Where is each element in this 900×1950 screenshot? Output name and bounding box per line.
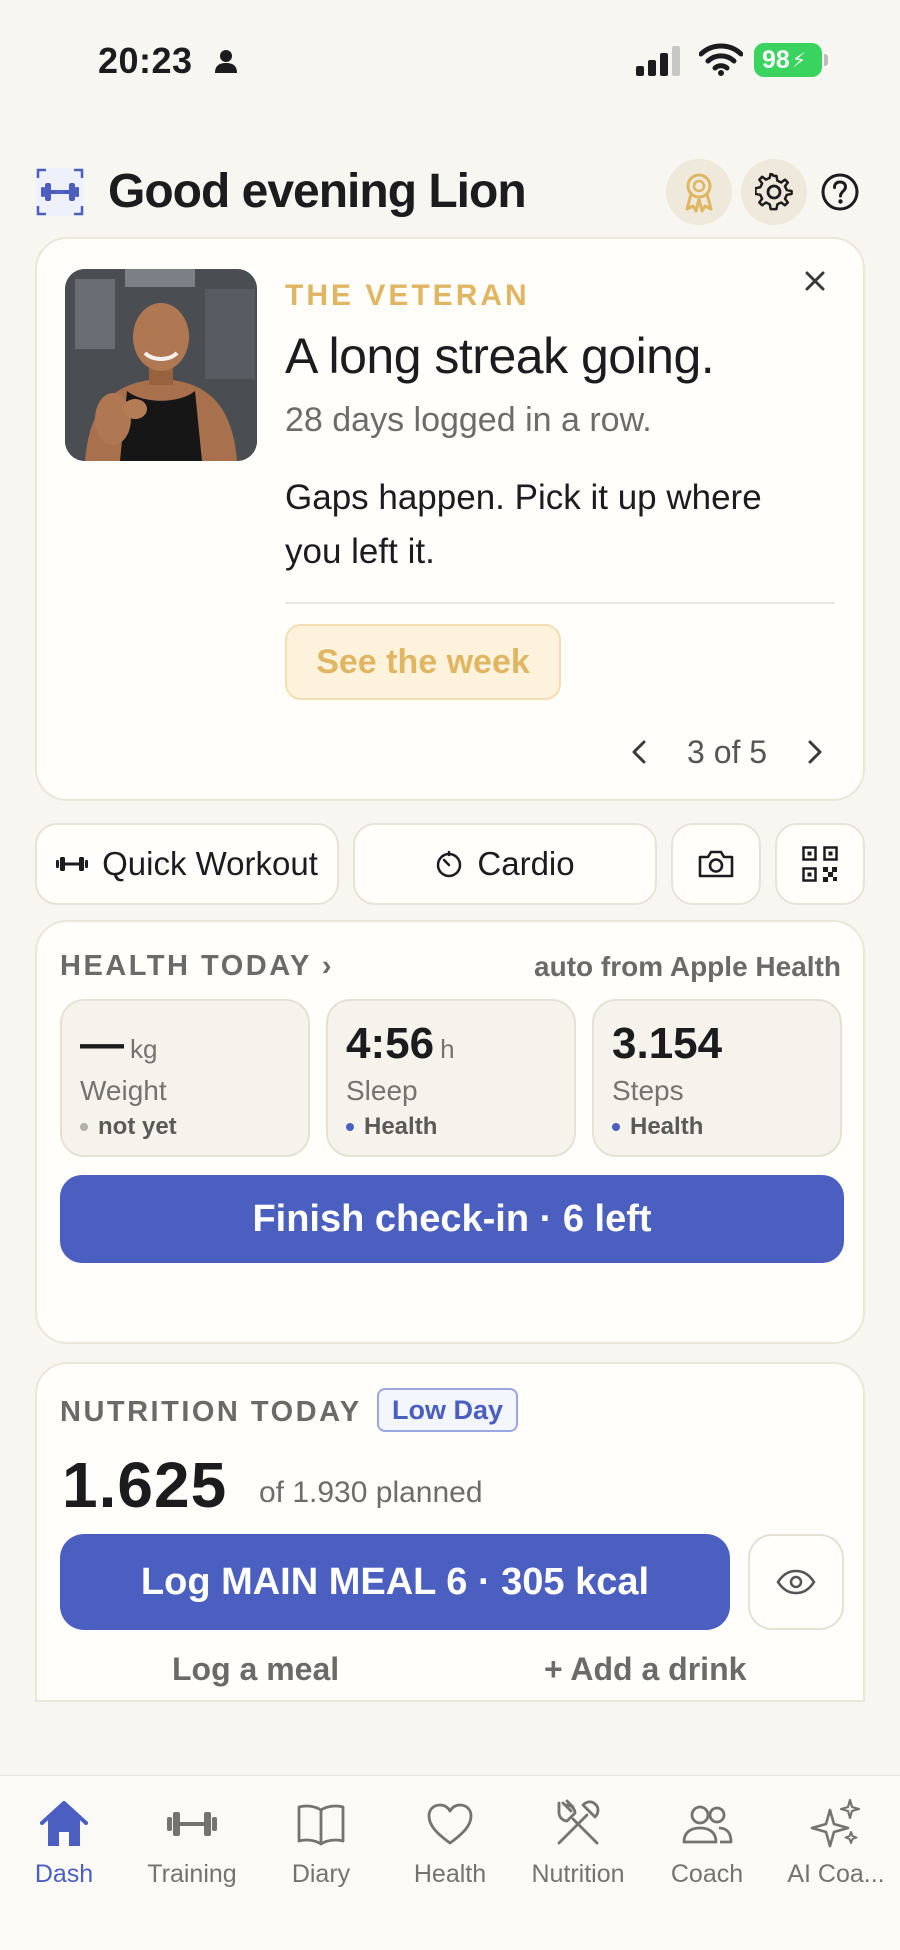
calories-consumed: 1.625 [62,1449,228,1521]
cardio-button[interactable]: Cardio [353,823,657,905]
dumbbell-icon [56,854,89,874]
utensils-icon [557,1799,600,1845]
streak-card: THE VETERAN A long streak going. 28 days… [35,237,865,801]
gear-icon [755,173,793,211]
camera-button[interactable] [671,823,761,905]
wifi-icon [699,43,743,76]
app-logo-icon [36,168,84,216]
steps-label: Steps [612,1075,684,1106]
qr-scan-button[interactable] [775,823,865,905]
battery-indicator: 98 ⚡ [754,43,828,77]
sleep-metric[interactable]: 4:56 h Sleep Health [326,999,576,1157]
previous-button[interactable] [617,730,661,774]
weight-source: not yet [98,1113,177,1140]
header: Good evening Lion [0,150,900,230]
finish-checkin-button[interactable]: Finish check-in · 6 left [60,1175,844,1263]
day-type-badge: Low Day [377,1388,519,1432]
tab-label: Coach [670,1860,744,1888]
close-button[interactable] [795,261,835,301]
add-drink-link[interactable]: + Add a drink [544,1651,746,1688]
nutrition-today-title: NUTRITION TODAY [60,1396,362,1428]
status-dot [612,1123,620,1131]
people-icon [682,1805,733,1844]
tab-training[interactable]: Training [128,1796,256,1906]
tab-health[interactable]: Health [386,1796,514,1906]
chevron-left-icon [632,740,646,764]
cardio-label: Cardio [477,845,575,882]
health-source-note: auto from Apple Health [534,951,841,982]
sleep-source: Health [364,1113,438,1140]
charging-icon: ⚡ [791,49,806,72]
status-time: 20:23 [98,40,193,81]
tab-label: AI Coa... [787,1860,885,1888]
tab-label: Training [147,1860,237,1888]
battery-level: 98 [762,45,790,74]
weight-unit: kg [130,1034,158,1064]
nutrition-today-card: NUTRITION TODAY Low Day 1.625 of 1.930 p… [35,1362,865,1702]
streak-eyebrow: THE VETERAN [285,279,530,312]
quick-workout-button[interactable]: Quick Workout [35,823,339,905]
sleep-value: 4:56 [346,1019,435,1068]
tab-label: Nutrition [531,1860,625,1888]
weight-label: Weight [80,1075,167,1106]
health-today-title[interactable]: HEALTH TODAY › [60,950,334,983]
steps-value: 3.154 [612,1019,723,1068]
sleep-label: Sleep [346,1075,418,1106]
qr-code-icon [802,846,838,882]
home-icon [40,1801,88,1846]
tab-label: Diary [291,1860,351,1888]
quick-workout-label: Quick Workout [102,845,318,882]
tab-diary[interactable]: Diary [257,1796,385,1906]
greeting-title: Good evening Lion [108,165,527,218]
achievements-button[interactable] [666,159,732,225]
award-icon [685,173,713,213]
help-icon [821,173,859,211]
steps-source: Health [630,1113,704,1140]
see-week-button[interactable]: See the week [285,624,561,700]
streak-body: Gaps happen. Pick it up where you left i… [285,478,762,571]
weight-value: — [80,1019,124,1068]
card-pager: 3 of 5 [617,727,837,777]
dumbbell-icon [167,1812,217,1836]
book-icon [297,1804,345,1846]
camera-icon [698,850,734,878]
log-main-meal-button[interactable]: Log MAIN MEAL 6 · 305 kcal [60,1534,730,1630]
streak-subtitle: 28 days logged in a row. [285,401,652,439]
log-a-meal-link[interactable]: Log a meal [172,1651,339,1688]
tab-nutrition[interactable]: Nutrition [514,1796,642,1906]
sleep-unit: h [440,1034,455,1064]
help-button[interactable] [818,170,862,214]
preview-button[interactable] [748,1534,844,1630]
eye-icon [776,1569,816,1595]
timer-icon [435,850,463,878]
status-bar: 20:23 98 ⚡ [0,0,900,120]
steps-metric[interactable]: 3.154 Steps Health [592,999,842,1157]
signal-icon [636,46,680,76]
settings-button[interactable] [741,159,807,225]
weight-metric[interactable]: — kg Weight not yet [60,999,310,1157]
chevron-right-icon [808,740,822,764]
status-dot [80,1123,88,1131]
sparkles-icon [810,1798,861,1848]
close-icon [805,271,825,291]
tab-coach[interactable]: Coach [643,1796,771,1906]
calories-planned: of 1.930 planned [259,1476,483,1509]
tab-label: Dash [34,1860,94,1888]
tab-bar: Dash Training Diary Health Nutrition Coa… [0,1775,900,1950]
streak-title: A long streak going. [285,328,715,384]
next-button[interactable] [793,730,837,774]
heart-icon [427,1803,473,1845]
tab-dash[interactable]: Dash [0,1796,128,1906]
person-icon [215,50,237,73]
coach-photo [65,269,257,461]
divider [285,602,835,604]
tab-label: Health [413,1860,487,1888]
health-today-card: HEALTH TODAY › auto from Apple Health — k… [35,920,865,1344]
pager-label: 3 of 5 [687,733,768,770]
tab-ai-coach[interactable]: AI Coa... [772,1796,900,1906]
status-dot [346,1123,354,1131]
